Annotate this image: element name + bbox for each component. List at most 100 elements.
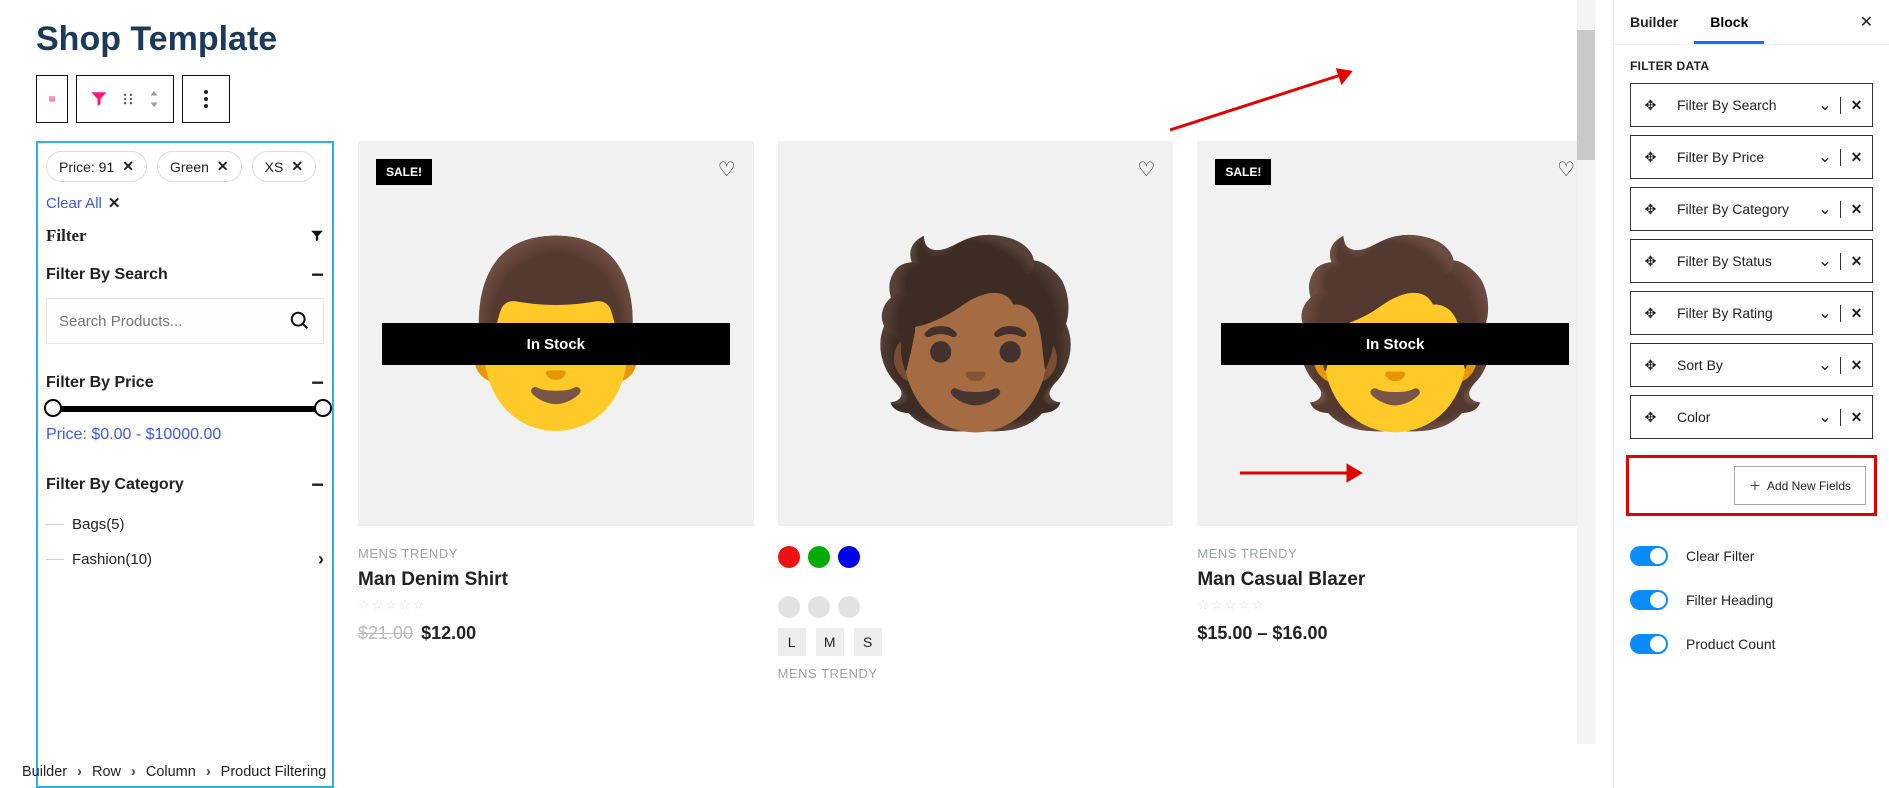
- swatch-placeholder[interactable]: [838, 596, 860, 618]
- chevron-down-icon[interactable]: ⌄: [1810, 407, 1840, 427]
- toggle-clear-filter[interactable]: Clear Filter: [1614, 534, 1889, 578]
- search-input[interactable]: [59, 313, 289, 330]
- filter-panel[interactable]: Price: 91✕ Green✕ XS✕ Clear All✕ Filter …: [36, 141, 334, 788]
- close-icon[interactable]: ✕: [108, 194, 121, 212]
- move-icon[interactable]: ✥: [1631, 97, 1671, 114]
- size-option[interactable]: S: [854, 628, 882, 656]
- breadcrumb-item[interactable]: Column: [146, 764, 196, 780]
- sidebar-tabs: Builder Block ✕: [1614, 0, 1889, 45]
- more-options[interactable]: [182, 75, 230, 123]
- move-icon[interactable]: ✥: [1631, 409, 1671, 426]
- close-icon[interactable]: ✕: [291, 158, 303, 175]
- filter-tool[interactable]: [76, 75, 174, 123]
- wishlist-icon[interactable]: ♡: [1557, 157, 1575, 182]
- move-icon[interactable]: ✥: [1631, 305, 1671, 322]
- swatch-blue[interactable]: [838, 546, 860, 568]
- breadcrumb-item[interactable]: Product Filtering: [221, 764, 327, 780]
- breadcrumb-item[interactable]: Row: [92, 764, 121, 780]
- tab-builder[interactable]: Builder: [1614, 0, 1694, 44]
- chevron-down-icon[interactable]: ⌄: [1810, 355, 1840, 375]
- size-option[interactable]: M: [816, 628, 844, 656]
- product-card[interactable]: ♡ 🧑🏾 L M: [778, 141, 1174, 788]
- collapse-icon[interactable]: −: [311, 370, 324, 396]
- switch-on-icon[interactable]: [1630, 634, 1668, 654]
- product-card[interactable]: SALE! ♡ In Stock 👨 MENS TRENDY Man Denim…: [358, 141, 754, 788]
- filter-data-label: Filter By Status: [1671, 253, 1810, 269]
- chevron-down-icon[interactable]: ⌄: [1810, 147, 1840, 167]
- chevron-down-icon[interactable]: ⌄: [1810, 251, 1840, 271]
- remove-icon[interactable]: ✕: [1840, 409, 1872, 426]
- filter-data-item[interactable]: ✥Filter By Rating⌄✕: [1630, 291, 1873, 335]
- product-title[interactable]: Man Denim Shirt: [358, 569, 754, 591]
- tab-block[interactable]: Block: [1694, 0, 1764, 44]
- filter-data-label: Filter By Category: [1671, 201, 1810, 217]
- chevron-right-icon[interactable]: ›: [318, 549, 324, 570]
- swatch-green[interactable]: [808, 546, 830, 568]
- remove-icon[interactable]: ✕: [1840, 357, 1872, 374]
- stock-button[interactable]: In Stock: [382, 323, 730, 365]
- move-icon[interactable]: ✥: [1631, 201, 1671, 218]
- filter-data-item[interactable]: ✥Color⌄✕: [1630, 395, 1873, 439]
- add-new-fields-highlight: ＋Add New Fields: [1626, 455, 1877, 516]
- remove-icon[interactable]: ✕: [1840, 201, 1872, 218]
- collapse-icon[interactable]: −: [311, 262, 324, 288]
- chip[interactable]: Price: 91✕: [46, 151, 147, 182]
- move-icon[interactable]: ✥: [1631, 149, 1671, 166]
- wishlist-icon[interactable]: ♡: [1137, 157, 1155, 182]
- product-image: 🧑🏾: [863, 244, 1087, 424]
- remove-icon[interactable]: ✕: [1840, 305, 1872, 322]
- filter-icon[interactable]: [310, 229, 324, 243]
- swatch-placeholder[interactable]: [808, 596, 830, 618]
- range-handle-max[interactable]: [314, 399, 332, 417]
- chevron-down-icon[interactable]: ⌄: [1810, 95, 1840, 115]
- swatch-red[interactable]: [778, 546, 800, 568]
- color-swatches: [778, 546, 1174, 568]
- remove-icon[interactable]: ✕: [1840, 149, 1872, 166]
- filter-data-item[interactable]: ✥Sort By⌄✕: [1630, 343, 1873, 387]
- stock-button[interactable]: In Stock: [1221, 323, 1569, 365]
- chip[interactable]: XS✕: [252, 151, 316, 182]
- switch-on-icon[interactable]: [1630, 590, 1668, 610]
- product-categories[interactable]: MENS TRENDY: [778, 666, 1174, 681]
- collapse-icon[interactable]: −: [311, 472, 324, 498]
- wishlist-icon[interactable]: ♡: [718, 157, 736, 182]
- swatch-placeholder[interactable]: [778, 596, 800, 618]
- chip[interactable]: Green✕: [157, 151, 242, 182]
- columns-tool[interactable]: [36, 75, 68, 123]
- toggle-filter-heading[interactable]: Filter Heading: [1614, 578, 1889, 622]
- scrollbar-thumb[interactable]: [1577, 30, 1595, 160]
- product-categories[interactable]: MENS TRENDY: [1197, 546, 1593, 561]
- category-item[interactable]: Bags(5): [46, 508, 324, 541]
- filter-data-item[interactable]: ✥Filter By Status⌄✕: [1630, 239, 1873, 283]
- close-icon[interactable]: ✕: [122, 158, 134, 175]
- chevron-down-icon[interactable]: ⌄: [1810, 303, 1840, 323]
- filter-data-label: Filter By Price: [1671, 149, 1810, 165]
- add-new-fields-button[interactable]: ＋Add New Fields: [1734, 466, 1866, 505]
- canvas-scrollbar[interactable]: [1577, 0, 1595, 744]
- product-title[interactable]: Man Casual Blazer: [1197, 569, 1593, 591]
- chevron-down-icon[interactable]: ⌄: [1810, 199, 1840, 219]
- switch-on-icon[interactable]: [1630, 546, 1668, 566]
- remove-icon[interactable]: ✕: [1840, 97, 1872, 114]
- product-categories[interactable]: MENS TRENDY: [358, 546, 754, 561]
- close-icon[interactable]: ✕: [217, 158, 229, 175]
- search-icon[interactable]: [289, 310, 311, 332]
- range-handle-min[interactable]: [44, 399, 62, 417]
- filter-data-item[interactable]: ✥Filter By Price⌄✕: [1630, 135, 1873, 179]
- toggle-product-count[interactable]: Product Count: [1614, 622, 1889, 666]
- filter-data-label: Color: [1671, 409, 1810, 425]
- clear-all-filters[interactable]: Clear All✕: [46, 194, 120, 212]
- breadcrumb-item[interactable]: Builder: [22, 764, 67, 780]
- remove-icon[interactable]: ✕: [1840, 253, 1872, 270]
- move-icon[interactable]: ✥: [1631, 253, 1671, 270]
- close-sidebar[interactable]: ✕: [1844, 0, 1889, 44]
- price-range-slider[interactable]: [46, 406, 324, 412]
- move-icon[interactable]: ✥: [1631, 357, 1671, 374]
- category-list: Bags(5) Fashion(10)›: [46, 508, 324, 578]
- size-option[interactable]: L: [778, 628, 806, 656]
- filter-data-item[interactable]: ✥Filter By Search⌄✕: [1630, 83, 1873, 127]
- search-input-wrap[interactable]: [46, 298, 324, 344]
- filter-data-item[interactable]: ✥Filter By Category⌄✕: [1630, 187, 1873, 231]
- active-filter-chips: Price: 91✕ Green✕ XS✕: [46, 151, 324, 182]
- category-item[interactable]: Fashion(10)›: [46, 541, 324, 578]
